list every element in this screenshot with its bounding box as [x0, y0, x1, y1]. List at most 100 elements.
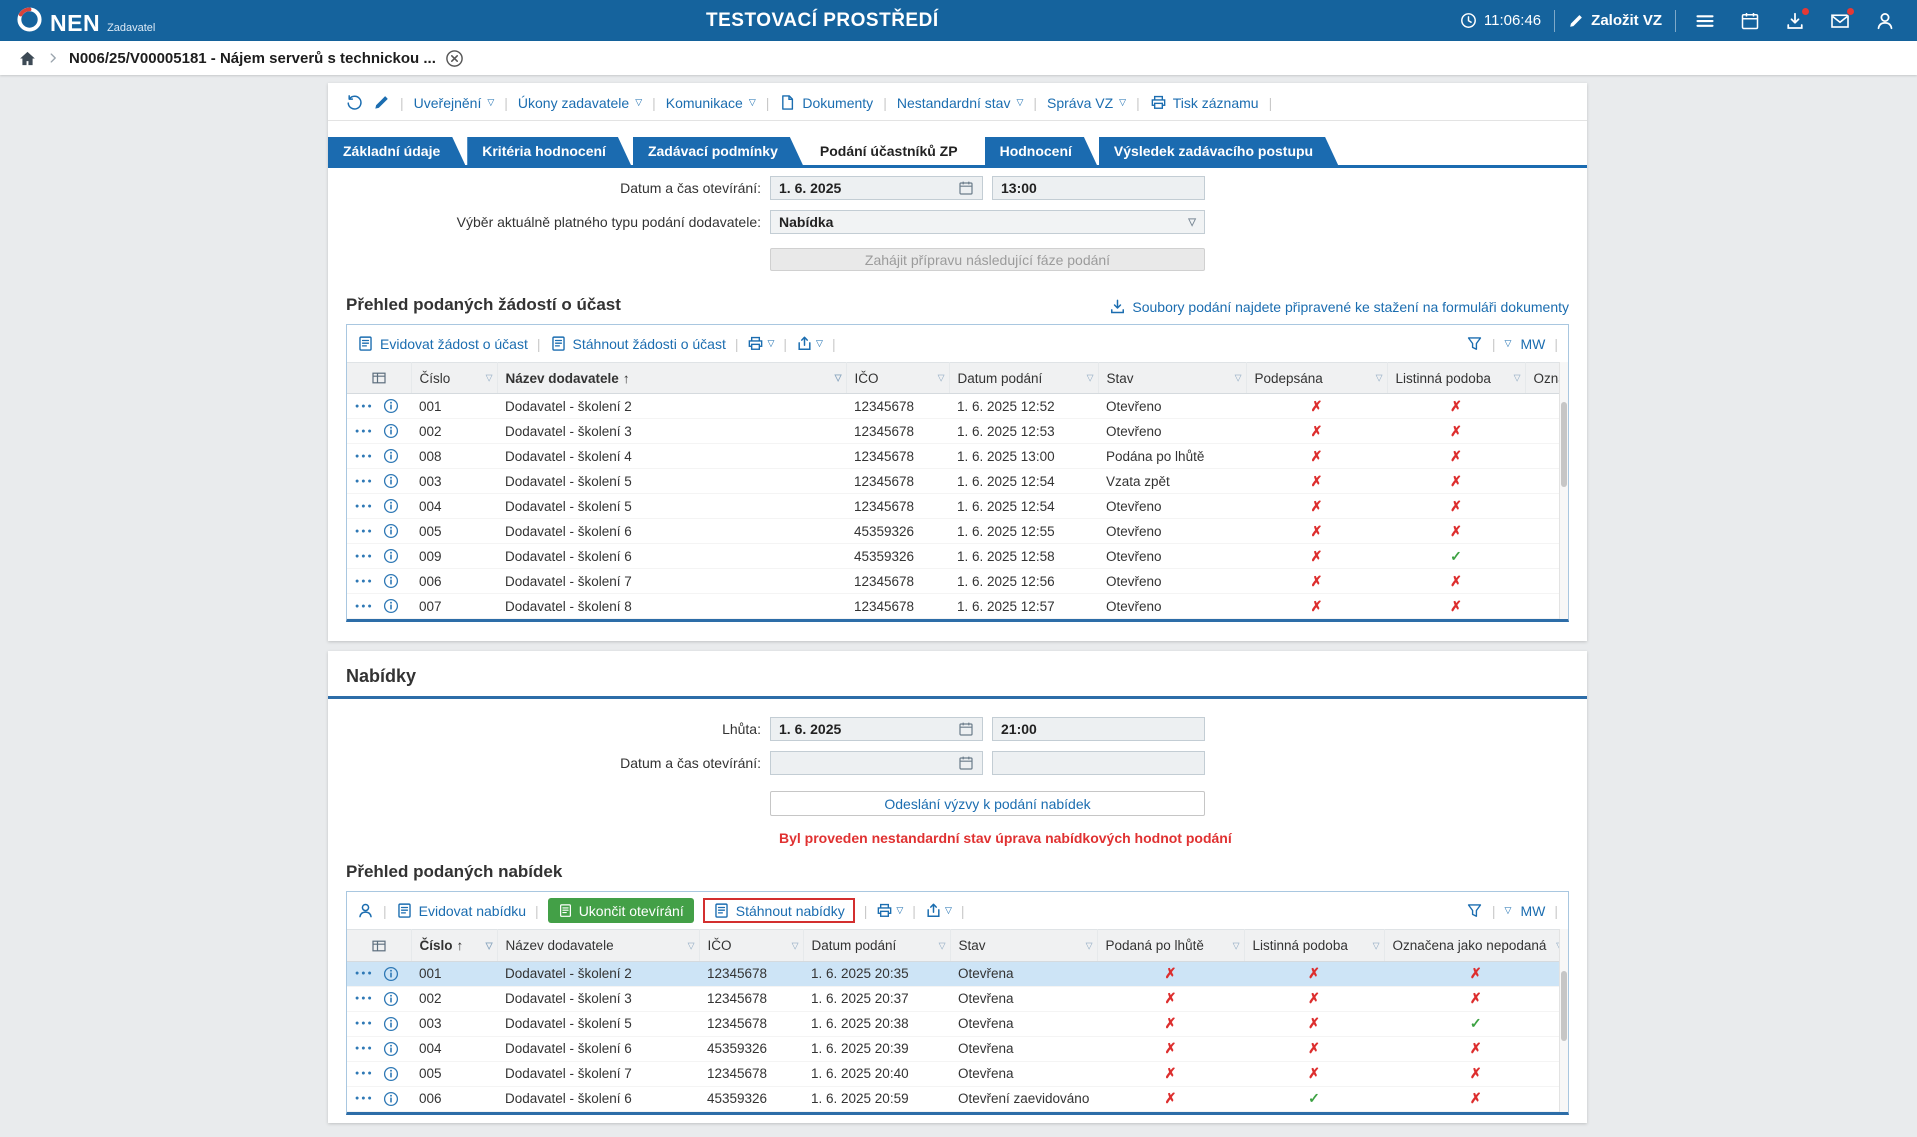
col-cislo[interactable]: Číslo▽ [411, 363, 497, 394]
submission-type-select[interactable]: Nabídka ▽ [770, 210, 1205, 234]
row-menu-icon[interactable]: ●●● [355, 428, 374, 435]
deadline-date-input[interactable]: 1. 6. 2025 [770, 717, 983, 741]
row-menu-icon[interactable]: ●●● [355, 478, 374, 485]
create-vz-button[interactable]: Založit VZ [1568, 12, 1662, 29]
action-bar-item[interactable]: Úkony zadavatele ▽ [518, 95, 642, 111]
print-button[interactable]: ▽ [747, 335, 774, 352]
row-menu-icon[interactable]: ●●● [355, 1020, 374, 1027]
register-request-button[interactable]: Evidovat žádost o účast [357, 335, 528, 352]
row-menu-icon[interactable]: ●●● [355, 1095, 374, 1102]
col-cislo[interactable]: Číslo↑▽ [411, 930, 497, 961]
col-datum-podani[interactable]: Datum podání▽ [803, 930, 950, 961]
col-podana-po-lhute[interactable]: Podaná po lhůtě▽ [1097, 930, 1244, 961]
offers-opening-time-input[interactable] [992, 751, 1205, 775]
column-settings-icon[interactable] [371, 370, 387, 386]
action-bar-item[interactable]: Komunikace ▽ [666, 95, 756, 111]
col-podepsana[interactable]: Podepsána▽ [1246, 363, 1387, 394]
download-requests-button[interactable]: Stáhnout žádosti o účast [550, 335, 726, 352]
filter-button[interactable] [1466, 335, 1483, 352]
user-initials[interactable]: MW [1520, 903, 1545, 919]
filter-button[interactable] [1466, 902, 1483, 919]
record-breadcrumb[interactable]: N006/25/V00005181 - Nájem serverů s tech… [69, 50, 436, 67]
row-menu-icon[interactable]: ●●● [355, 553, 374, 560]
tab[interactable]: Výsledek zadávacího postupu [1099, 137, 1338, 165]
offer-row[interactable]: ●●● 002 Dodavatel - školení 3 12345678 1… [347, 986, 1568, 1011]
request-row[interactable]: ●●● 003 Dodavatel - školení 5 12345678 1… [347, 469, 1568, 494]
row-menu-icon[interactable]: ●●● [355, 503, 374, 510]
info-icon[interactable] [383, 523, 399, 539]
edit-icon[interactable] [373, 94, 390, 111]
offers-opening-date-input[interactable] [770, 751, 983, 775]
col-stav[interactable]: Stav▽ [1098, 363, 1246, 394]
history-icon[interactable] [346, 94, 363, 111]
info-icon[interactable] [383, 1016, 399, 1032]
action-bar-item[interactable]: Správa VZ ▽ [1047, 95, 1126, 111]
row-menu-icon[interactable]: ●●● [355, 578, 374, 585]
send-call-button[interactable]: Odeslání výzvy k podání nabídek [770, 791, 1205, 816]
row-menu-icon[interactable]: ●●● [355, 453, 374, 460]
row-menu-icon[interactable]: ●●● [355, 1045, 374, 1052]
tab[interactable]: Podání účastníků ZP [805, 137, 983, 165]
row-menu-icon[interactable]: ●●● [355, 403, 374, 410]
col-nazev-dodavatele[interactable]: Název dodavatele↑▽ [497, 363, 846, 394]
request-row[interactable]: ●●● 006 Dodavatel - školení 7 12345678 1… [347, 569, 1568, 594]
col-datum-podani[interactable]: Datum podání▽ [949, 363, 1098, 394]
col-oznacena-jako-nepodana[interactable]: Označena jako nepodaná▽ [1384, 930, 1568, 961]
info-icon[interactable] [383, 966, 399, 982]
layout-dropdown-icon[interactable]: ▽ [1505, 905, 1512, 916]
downloads-button[interactable] [1779, 11, 1811, 31]
info-icon[interactable] [383, 448, 399, 464]
request-row[interactable]: ●●● 009 Dodavatel - školení 6 45359326 1… [347, 544, 1568, 569]
request-row[interactable]: ●●● 004 Dodavatel - školení 5 12345678 1… [347, 494, 1568, 519]
info-icon[interactable] [383, 1041, 399, 1057]
register-offer-button[interactable]: Evidovat nabídku [396, 902, 526, 919]
info-icon[interactable] [383, 598, 399, 614]
print-button[interactable]: ▽ [876, 902, 903, 919]
info-icon[interactable] [383, 423, 399, 439]
tab[interactable]: Kritéria hodnocení [467, 137, 631, 165]
layout-dropdown-icon[interactable]: ▽ [1505, 338, 1512, 349]
info-icon[interactable] [383, 548, 399, 564]
info-icon[interactable] [383, 573, 399, 589]
col-listinna-podoba[interactable]: Listinná podoba▽ [1387, 363, 1525, 394]
calendar-button[interactable] [1734, 11, 1766, 31]
action-bar-item[interactable]: Tisk záznamu ▽ [1150, 94, 1259, 111]
row-menu-icon[interactable]: ●●● [355, 995, 374, 1002]
info-icon[interactable] [383, 1091, 399, 1107]
assign-user-button[interactable] [357, 902, 374, 919]
col-ico[interactable]: IČO▽ [846, 363, 949, 394]
request-row[interactable]: ●●● 005 Dodavatel - školení 6 45359326 1… [347, 519, 1568, 544]
end-opening-button[interactable]: Ukončit otevírání [548, 898, 694, 923]
vertical-scrollbar[interactable] [1559, 929, 1568, 1111]
scrollbar-thumb[interactable] [1561, 971, 1567, 1041]
tab[interactable]: Základní údaje [328, 137, 465, 165]
column-settings-icon[interactable] [371, 938, 387, 954]
brand[interactable]: NEN Zadavatel [16, 6, 155, 35]
action-bar-item[interactable]: Nestandardní stav ▽ [897, 95, 1024, 111]
download-offers-button[interactable]: Stáhnout nabídky [713, 902, 845, 919]
scrollbar-thumb[interactable] [1561, 402, 1567, 487]
close-record-icon[interactable] [445, 49, 464, 68]
home-icon[interactable] [18, 49, 37, 68]
info-icon[interactable] [383, 498, 399, 514]
row-menu-icon[interactable]: ●●● [355, 603, 374, 610]
col-stav[interactable]: Stav▽ [950, 930, 1097, 961]
offer-row[interactable]: ●●● 005 Dodavatel - školení 7 12345678 1… [347, 1061, 1568, 1086]
calendar-icon[interactable] [958, 180, 974, 196]
opening-date-input[interactable]: 1. 6. 2025 [770, 176, 983, 200]
col-nazev-dodavatele[interactable]: Název dodavatele▽ [497, 930, 699, 961]
col-ico[interactable]: IČO▽ [699, 930, 803, 961]
start-next-phase-button[interactable]: Zahájit přípravu následující fáze podání [770, 248, 1205, 271]
info-icon[interactable] [383, 1066, 399, 1082]
row-menu-icon[interactable]: ●●● [355, 970, 374, 977]
row-menu-icon[interactable]: ●●● [355, 528, 374, 535]
col-listinna-podoba[interactable]: Listinná podoba▽ [1244, 930, 1384, 961]
info-icon[interactable] [383, 473, 399, 489]
calendar-icon[interactable] [958, 755, 974, 771]
info-icon[interactable] [383, 398, 399, 414]
offer-row[interactable]: ●●● 004 Dodavatel - školení 6 45359326 1… [347, 1036, 1568, 1061]
profile-button[interactable] [1869, 11, 1901, 31]
messages-button[interactable] [1824, 11, 1856, 31]
offer-row[interactable]: ●●● 003 Dodavatel - školení 5 12345678 1… [347, 1011, 1568, 1036]
request-row[interactable]: ●●● 002 Dodavatel - školení 3 12345678 1… [347, 419, 1568, 444]
